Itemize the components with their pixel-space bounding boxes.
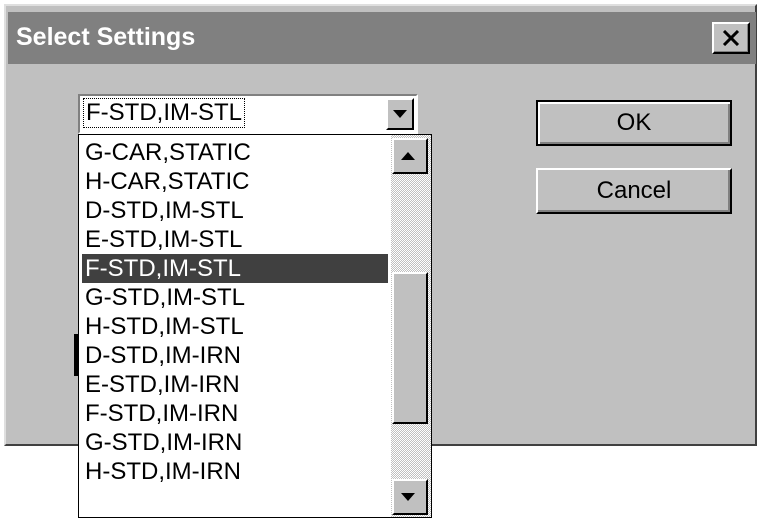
close-x-icon	[722, 30, 740, 46]
combobox-dropdown-button[interactable]	[386, 98, 414, 130]
dialog-title: Select Settings	[16, 23, 196, 51]
dropdown-option[interactable]: G-STD,IM-IRN	[82, 428, 388, 457]
dropdown-option[interactable]: F-STD,IM-STL	[82, 254, 388, 283]
scroll-thumb[interactable]	[392, 272, 428, 424]
dropdown-options: G-CAR,STATIC H-CAR,STATIC D-STD,IM-STL E-ST…	[82, 138, 388, 486]
dropdown-option[interactable]: H-STD,IM-IRN	[82, 457, 388, 486]
dropdown-option[interactable]: H-STD,IM-STL	[82, 312, 388, 341]
scroll-down-button[interactable]	[392, 479, 428, 515]
title-bar: Select Settings	[8, 12, 756, 64]
dropdown-option[interactable]: D-STD,IM-IRN	[82, 341, 388, 370]
close-button[interactable]	[712, 22, 750, 54]
dropdown-option[interactable]: H-CAR,STATIC	[82, 167, 388, 196]
dropdown-option[interactable]: G-STD,IM-STL	[82, 283, 388, 312]
dropdown-option[interactable]: E-STD,IM-STL	[82, 225, 388, 254]
scroll-down-arrow-icon	[401, 493, 415, 501]
combobox-selected-value[interactable]: F-STD,IM-STL	[83, 98, 245, 128]
dropdown-option[interactable]: F-STD,IM-IRN	[82, 399, 388, 428]
dropdown-option[interactable]: D-STD,IM-STL	[82, 196, 388, 225]
vertical-scrollbar[interactable]	[391, 135, 431, 517]
scroll-up-arrow-icon	[401, 152, 415, 160]
scroll-up-button[interactable]	[392, 138, 428, 174]
cancel-button[interactable]: Cancel	[536, 168, 732, 214]
ok-button[interactable]: OK	[536, 100, 732, 146]
chevron-down-icon	[393, 110, 407, 118]
dropdown-option[interactable]: G-CAR,STATIC	[82, 138, 388, 167]
settings-dropdown-list[interactable]: G-CAR,STATIC H-CAR,STATIC D-STD,IM-STL E-ST…	[78, 134, 432, 518]
settings-combobox[interactable]: F-STD,IM-STL	[78, 94, 418, 134]
dropdown-option[interactable]: E-STD,IM-IRN	[82, 370, 388, 399]
